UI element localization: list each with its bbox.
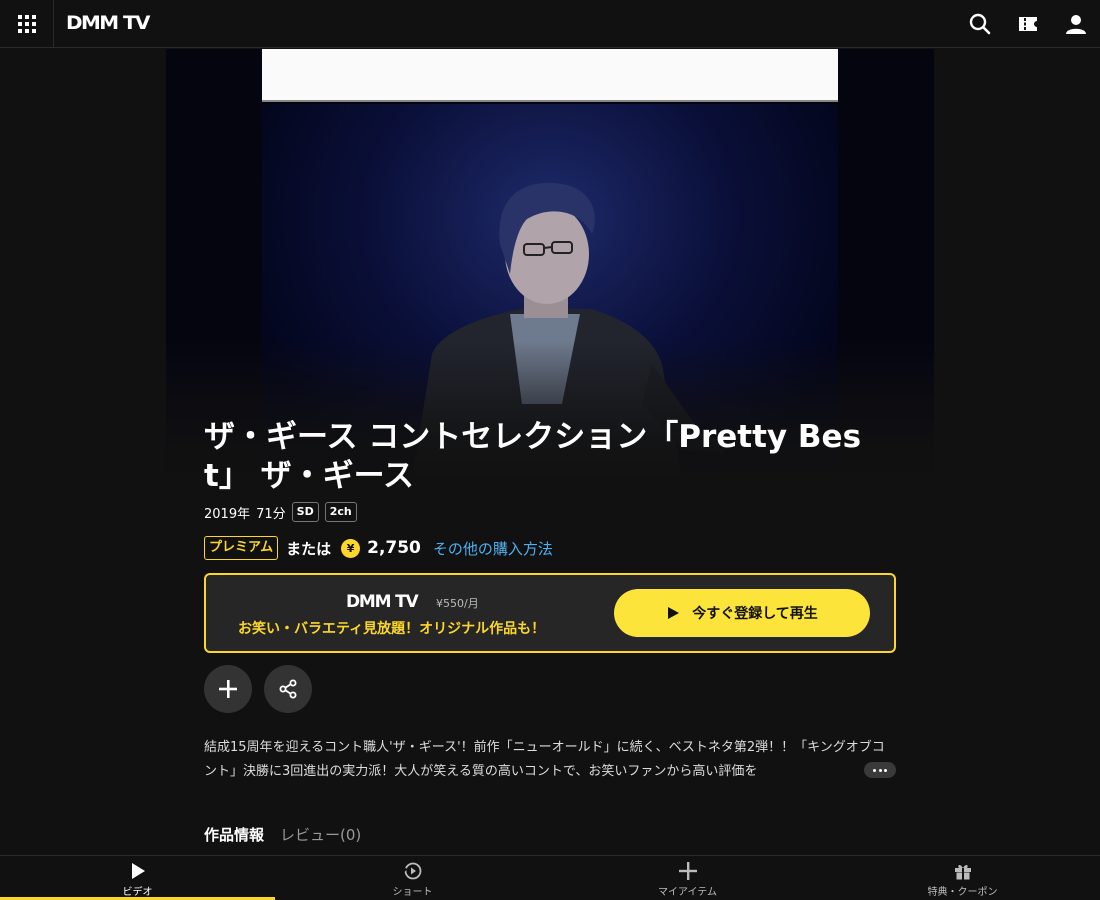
plus-icon xyxy=(219,680,237,698)
ticket-icon[interactable] xyxy=(1016,12,1040,36)
plus-icon xyxy=(678,862,697,880)
expand-description-button[interactable] xyxy=(864,762,896,778)
price-row: プレミアム または ¥ 2,750 その他の購入方法 xyxy=(204,534,553,562)
tab-review[interactable]: レビュー(0) xyxy=(280,824,361,848)
grid-menu-icon xyxy=(17,15,36,33)
yen-coin-icon: ¥ xyxy=(341,538,361,558)
cta-label: 今すぐ登録して再生 xyxy=(692,606,818,622)
meta-row: 2019年 71分 SD 2ch xyxy=(204,500,357,524)
play-icon xyxy=(668,607,680,619)
description: 結成15周年を迎えるコント職人'ザ・ギース'！前作「ニューオールド」に続く、ベス… xyxy=(204,740,885,779)
share-icon xyxy=(279,679,297,699)
premium-badge: プレミアム xyxy=(204,536,279,560)
short-video-icon xyxy=(402,862,421,880)
hero-thumbnail[interactable] xyxy=(166,49,934,481)
nav-item-my-items[interactable]: マイアイテム xyxy=(550,856,825,900)
promo-price: ¥550/月 xyxy=(436,597,479,610)
add-to-list-button[interactable] xyxy=(204,665,252,713)
or-label: または xyxy=(286,539,332,558)
video-top-bar xyxy=(262,49,838,102)
nav-label: 特典・クーポン xyxy=(927,887,998,898)
nav-label: マイアイテム xyxy=(658,887,717,898)
tab-info[interactable]: 作品情報 xyxy=(204,824,264,848)
price-value: 2,750 xyxy=(367,538,421,558)
grid-menu-button[interactable] xyxy=(0,0,54,48)
more-dot xyxy=(873,768,877,772)
detail-tabs: 作品情報 レビュー(0) xyxy=(204,824,361,848)
nav-item-short[interactable]: ショート xyxy=(275,856,550,900)
bottom-nav: ビデオ ショート マイアイテム 特典・クーポン xyxy=(0,855,1100,900)
nav-label: ショート xyxy=(392,887,433,898)
page-title: ザ・ギース コントセレクション「Pretty Best」 ザ・ギース xyxy=(204,419,862,494)
gift-icon xyxy=(954,864,971,880)
top-header: DMM TV xyxy=(0,0,1100,48)
audio-badge: 2ch xyxy=(324,502,357,522)
play-icon xyxy=(131,863,145,879)
more-dot xyxy=(883,768,887,772)
quality-badge: SD xyxy=(291,502,319,522)
share-button[interactable] xyxy=(264,665,312,713)
nav-label: ビデオ xyxy=(122,887,153,898)
subscription-promo: DMM TV ¥550/月 お笑い・バラエティ見放題！オリジナル作品も！ 今すぐ… xyxy=(204,573,896,653)
search-icon[interactable] xyxy=(968,12,992,36)
subscribe-play-button[interactable]: 今すぐ登録して再生 xyxy=(614,589,870,637)
promo-logo: DMM TV xyxy=(346,592,419,612)
release-year: 2019年 xyxy=(204,506,251,522)
nav-item-video[interactable]: ビデオ xyxy=(0,856,275,900)
user-icon[interactable] xyxy=(1064,12,1088,36)
duration: 71分 xyxy=(256,506,286,522)
dmm-tv-logo[interactable]: DMM TV xyxy=(66,12,150,34)
nav-item-benefits[interactable]: 特典・クーポン xyxy=(825,856,1100,900)
more-dot xyxy=(878,768,882,772)
other-purchase-link[interactable]: その他の購入方法 xyxy=(433,538,553,559)
promo-copy: お笑い・バラエティ見放題！オリジナル作品も！ xyxy=(238,621,546,637)
